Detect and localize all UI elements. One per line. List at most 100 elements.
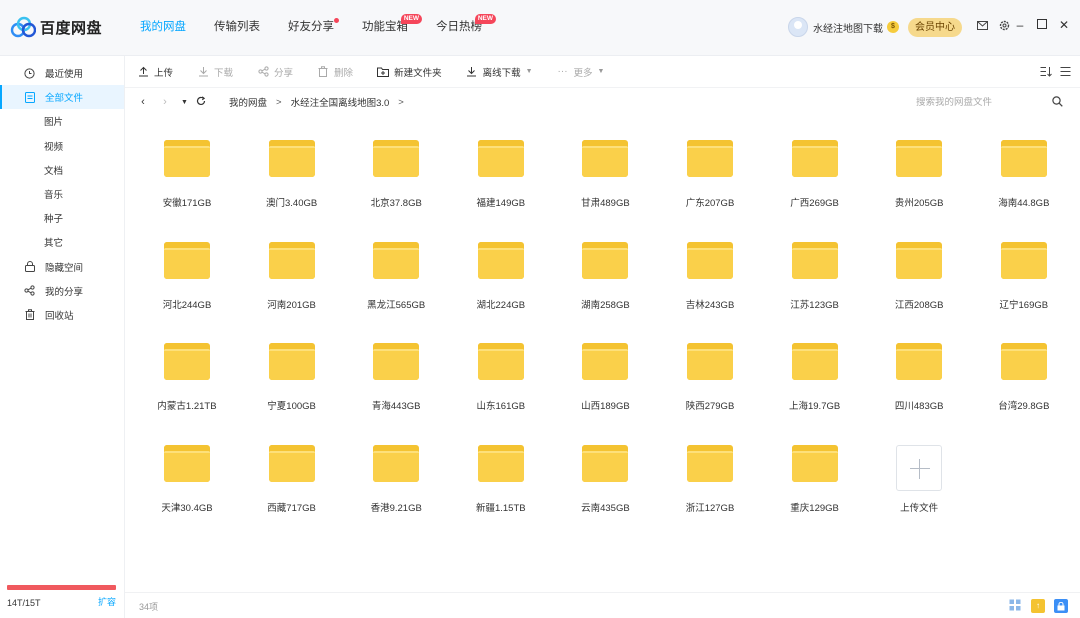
avatar[interactable] bbox=[788, 17, 808, 37]
sidebar-item-hidden-space[interactable]: 隐藏空间 bbox=[0, 255, 124, 279]
tab-toolbox[interactable]: 功能宝箱 NEW bbox=[362, 0, 422, 56]
more-button[interactable]: ··· 更多 ▼ bbox=[557, 65, 605, 79]
folder-item[interactable]: 陕西279GB bbox=[658, 327, 762, 423]
folder-item[interactable]: 安徽171GB bbox=[135, 124, 239, 220]
vip-center-button[interactable]: 会员中心 bbox=[908, 18, 962, 37]
folder-item[interactable]: 内蒙古1.21TB bbox=[135, 327, 239, 423]
user-info[interactable]: 水经注地图下载 $ bbox=[788, 17, 899, 37]
folder-item[interactable]: 天津30.4GB bbox=[135, 429, 239, 525]
share-button[interactable]: 分享 bbox=[257, 65, 293, 79]
sidebar: 最近使用 全部文件 图片 视频 文档 音乐 种子 其它 隐藏空间 我的分享 回收… bbox=[0, 56, 125, 618]
sidebar-item-recycle-bin[interactable]: 回收站 bbox=[0, 303, 124, 327]
folder-item[interactable]: 贵州205GB bbox=[867, 124, 971, 220]
folder-item[interactable]: 湖北224GB bbox=[449, 226, 553, 322]
sidebar-item-label: 文档 bbox=[44, 165, 64, 177]
upload-button[interactable]: 上传 bbox=[137, 65, 173, 79]
tab-transfer-list[interactable]: 传输列表 bbox=[214, 0, 260, 56]
folder-item[interactable]: 山西189GB bbox=[553, 327, 657, 423]
sidebar-item-documents[interactable]: 文档 bbox=[0, 158, 124, 182]
expand-storage-link[interactable]: 扩容 bbox=[98, 595, 116, 608]
folder-item[interactable]: 西藏717GB bbox=[240, 429, 344, 525]
folder-item[interactable]: 吉林243GB bbox=[658, 226, 762, 322]
trash-icon bbox=[24, 309, 35, 321]
download-button[interactable]: 下载 bbox=[197, 65, 233, 79]
mail-icon[interactable] bbox=[976, 19, 988, 31]
forward-arrow-icon[interactable]: › bbox=[159, 96, 171, 108]
sidebar-item-other[interactable]: 其它 bbox=[0, 230, 124, 254]
app-logo[interactable]: 百度网盘 bbox=[10, 14, 102, 40]
folder-name: 香港9.21GB bbox=[370, 502, 422, 514]
folder-icon bbox=[1000, 241, 1047, 279]
storage-usage-bar bbox=[7, 585, 116, 590]
folder-item[interactable]: 广东207GB bbox=[658, 124, 762, 220]
folder-item[interactable]: 青海443GB bbox=[344, 327, 448, 423]
folder-item[interactable]: 新疆1.15TB bbox=[449, 429, 553, 525]
grid-view-icon[interactable] bbox=[1008, 599, 1022, 613]
maximize-icon[interactable] bbox=[1036, 19, 1048, 31]
sidebar-item-images[interactable]: 图片 bbox=[0, 109, 124, 133]
tab-friend-share[interactable]: 好友分享 bbox=[288, 0, 339, 56]
tab-my-drive[interactable]: 我的网盘 bbox=[140, 0, 186, 56]
folder-item[interactable]: 广西269GB bbox=[763, 124, 867, 220]
search-icon[interactable] bbox=[1052, 96, 1064, 108]
folder-item[interactable]: 海南44.8GB bbox=[972, 124, 1076, 220]
sidebar-item-torrents[interactable]: 种子 bbox=[0, 206, 124, 230]
folder-item[interactable]: 澳门3.40GB bbox=[240, 124, 344, 220]
sidebar-item-all-files[interactable]: 全部文件 bbox=[0, 85, 124, 110]
folder-name: 青海443GB bbox=[371, 401, 421, 412]
folder-item[interactable]: 辽宁169GB bbox=[972, 226, 1076, 322]
refresh-icon[interactable] bbox=[195, 95, 207, 109]
breadcrumb-current[interactable]: 水经注全国离线地图3.0 bbox=[291, 95, 390, 109]
folder-item[interactable]: 香港9.21GB bbox=[344, 429, 448, 525]
minimize-icon[interactable]: – bbox=[1014, 19, 1026, 31]
upload-task-icon[interactable]: ↑ bbox=[1031, 599, 1045, 613]
sidebar-item-label: 回收站 bbox=[45, 310, 74, 322]
upload-label: 上传 bbox=[154, 67, 174, 79]
folder-name: 天津30.4GB bbox=[161, 502, 213, 514]
sidebar-item-recent[interactable]: 最近使用 bbox=[0, 61, 124, 85]
share-icon bbox=[257, 66, 269, 78]
folder-item[interactable]: 浙江127GB bbox=[658, 429, 762, 525]
app-name: 百度网盘 bbox=[40, 19, 103, 37]
folder-item[interactable]: 四川483GB bbox=[867, 327, 971, 423]
folder-item[interactable]: 重庆129GB bbox=[763, 429, 867, 525]
folder-item[interactable]: 云南435GB bbox=[553, 429, 657, 525]
offline-download-icon bbox=[466, 66, 478, 78]
plus-icon bbox=[896, 444, 943, 491]
sort-icon[interactable] bbox=[1040, 66, 1052, 78]
folder-item[interactable]: 河北244GB bbox=[135, 226, 239, 322]
offline-download-button[interactable]: 离线下载 ▼ bbox=[466, 65, 533, 79]
list-view-icon[interactable] bbox=[1060, 66, 1072, 78]
breadcrumb-root[interactable]: 我的网盘 bbox=[229, 95, 267, 109]
sidebar-item-music[interactable]: 音乐 bbox=[0, 182, 124, 206]
folder-item[interactable]: 江苏123GB bbox=[763, 226, 867, 322]
folder-icon bbox=[164, 444, 210, 482]
tab-hot-list[interactable]: 今日热榜 NEW bbox=[436, 0, 496, 56]
history-dropdown-icon[interactable]: ▼ bbox=[181, 99, 188, 106]
folder-item[interactable]: 台湾29.8GB bbox=[972, 327, 1076, 423]
folder-item[interactable]: 江西208GB bbox=[867, 226, 971, 322]
folder-item[interactable]: 湖南258GB bbox=[553, 226, 657, 322]
folder-item[interactable]: 河南201GB bbox=[240, 226, 344, 322]
download-icon bbox=[197, 66, 209, 78]
upload-file-tile[interactable]: 上传文件 bbox=[867, 429, 971, 525]
sidebar-item-my-shares[interactable]: 我的分享 bbox=[0, 279, 124, 303]
folder-item[interactable]: 黑龙江565GB bbox=[344, 226, 448, 322]
folder-item[interactable]: 宁夏100GB bbox=[240, 327, 344, 423]
new-folder-button[interactable]: 新建文件夹 bbox=[377, 65, 442, 79]
new-badge: NEW bbox=[400, 14, 422, 24]
lock-icon[interactable] bbox=[1054, 599, 1068, 613]
delete-button[interactable]: 删除 bbox=[317, 65, 353, 79]
search-input[interactable] bbox=[916, 96, 1036, 108]
back-arrow-icon[interactable]: ‹ bbox=[137, 96, 149, 108]
folder-item[interactable]: 上海19.7GB bbox=[763, 327, 867, 423]
folder-item[interactable]: 甘肃489GB bbox=[553, 124, 657, 220]
share-label: 分享 bbox=[274, 67, 294, 79]
folder-name: 新疆1.15TB bbox=[475, 502, 526, 514]
folder-item[interactable]: 福建149GB bbox=[449, 124, 553, 220]
folder-name: 山东161GB bbox=[476, 401, 526, 412]
sidebar-item-videos[interactable]: 视频 bbox=[0, 134, 124, 158]
close-icon[interactable]: ✕ bbox=[1058, 19, 1070, 31]
folder-item[interactable]: 北京37.8GB bbox=[344, 124, 448, 220]
folder-item[interactable]: 山东161GB bbox=[449, 327, 553, 423]
